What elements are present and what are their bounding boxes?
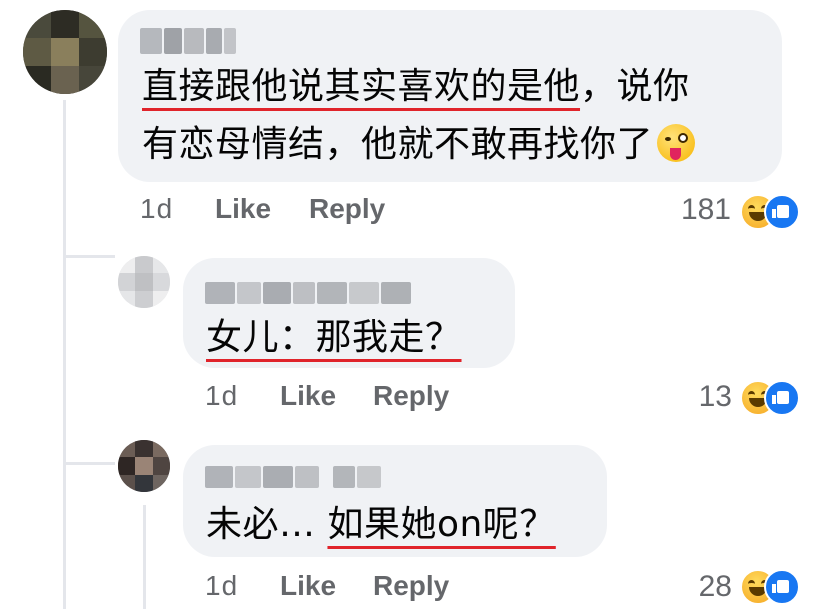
- reply-text-prefix: 未必…: [206, 504, 328, 545]
- reply-button[interactable]: Reply: [373, 380, 449, 412]
- like-button[interactable]: Like: [280, 570, 336, 602]
- thread-branch-2: [63, 462, 115, 465]
- comment-timestamp[interactable]: 1d: [140, 193, 173, 225]
- underlined-text: 直接跟他说其实喜欢的是他: [142, 66, 581, 107]
- winking-tongue-emoji-icon: [657, 124, 696, 162]
- like-button[interactable]: Like: [215, 193, 271, 225]
- comment-text-line2: 有恋母情结，他就不敢再找你了: [142, 112, 696, 178]
- author-name-blurred[interactable]: [205, 466, 381, 488]
- reply-text: 女儿：那我走？: [206, 305, 462, 371]
- comment-text: ，说你: [580, 66, 690, 107]
- avatar[interactable]: [118, 256, 170, 308]
- author-name-blurred[interactable]: [205, 282, 411, 304]
- underlined-text: 女儿：那我走？: [206, 317, 462, 358]
- reaction-count[interactable]: 181: [665, 193, 731, 227]
- comment-text: 有恋母情结，他就不敢再找你了: [142, 124, 654, 165]
- reaction-count[interactable]: 28: [680, 570, 732, 604]
- author-name-blurred[interactable]: [140, 28, 236, 54]
- reaction-count[interactable]: 13: [680, 380, 732, 414]
- like-icon: [764, 569, 800, 605]
- reply-timestamp[interactable]: 1d: [205, 570, 238, 602]
- reply-button[interactable]: Reply: [373, 570, 449, 602]
- comment-text-line1: 直接跟他说其实喜欢的是他，说你: [142, 54, 690, 120]
- reaction-icons[interactable]: [740, 378, 800, 416]
- reply-timestamp[interactable]: 1d: [205, 380, 238, 412]
- thread-line-reply: [143, 505, 146, 609]
- avatar[interactable]: [23, 10, 107, 94]
- thread-line: [63, 100, 66, 609]
- avatar[interactable]: [118, 440, 170, 492]
- like-icon: [764, 194, 800, 230]
- like-icon: [764, 380, 800, 416]
- reaction-icons[interactable]: [740, 567, 800, 605]
- like-button[interactable]: Like: [280, 380, 336, 412]
- reply-button[interactable]: Reply: [309, 193, 385, 225]
- reaction-icons[interactable]: [740, 192, 800, 230]
- underlined-text: 如果她on呢？: [327, 504, 556, 545]
- thread-branch-1: [63, 255, 115, 258]
- reply-text: 未必… 如果她on呢？: [206, 492, 556, 558]
